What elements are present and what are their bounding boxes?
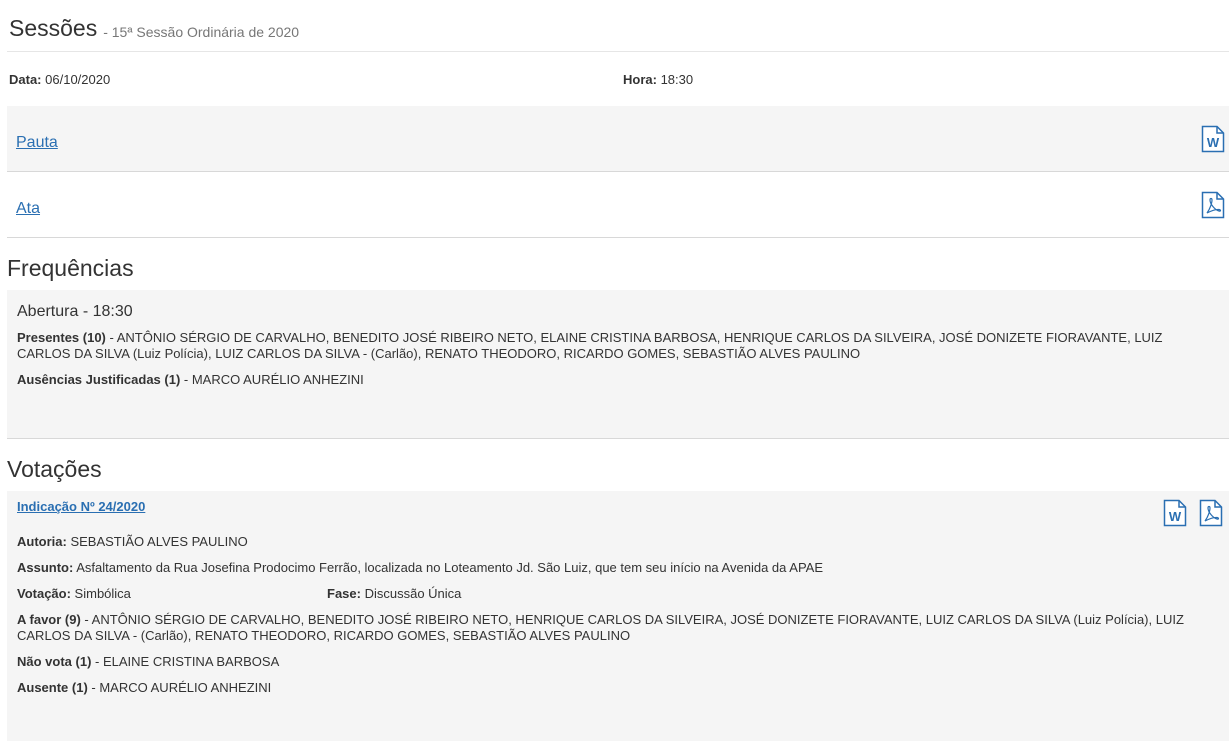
- session-time: Hora: 18:30: [623, 71, 694, 87]
- assunto-text: Assunto: Asfaltamento da Rua Josefina Pr…: [17, 560, 823, 575]
- frequencias-header: Frequências: [7, 238, 1229, 290]
- naovota-text: Não vota (1) - ELAINE CRISTINA BARBOSA: [17, 654, 280, 669]
- votacao-fase-row: Votação: Simbólica Fase: Discussão Única: [17, 586, 1219, 602]
- afavor-text: A favor (9) - ANTÔNIO SÉRGIO DE CARVALHO…: [17, 612, 1184, 643]
- frequencias-panel: Abertura - 18:30 Presentes (10) - ANTÔNI…: [7, 290, 1229, 439]
- pauta-row: Pauta W: [7, 106, 1229, 172]
- votacao-item: Indicação Nº 24/2020 W Autoria: SEBASTIÃ…: [7, 491, 1229, 741]
- page-header: Sessões - 15ª Sessão Ordinária de 2020: [7, 0, 1229, 52]
- session-date: Data: 06/10/2020: [9, 71, 111, 87]
- page-subtitle: - 15ª Sessão Ordinária de 2020: [103, 24, 300, 40]
- pdf-icon[interactable]: [1201, 191, 1225, 219]
- session-page: Sessões - 15ª Sessão Ordinária de 2020 D…: [7, 0, 1229, 741]
- votacoes-header: Votações: [7, 439, 1229, 491]
- pauta-link[interactable]: Pauta: [16, 134, 58, 152]
- pdf-icon[interactable]: [1199, 499, 1223, 527]
- presentes-text: Presentes (10) - ANTÔNIO SÉRGIO DE CARVA…: [17, 330, 1163, 361]
- frequencias-title: Frequências: [7, 255, 134, 281]
- fase-text: Fase: Discussão Única: [327, 586, 462, 601]
- indicacao-link[interactable]: Indicação Nº 24/2020: [17, 499, 145, 527]
- ausencias-text: Ausências Justificadas (1) - MARCO AURÉL…: [17, 372, 364, 387]
- ausente-text: Ausente (1) - MARCO AURÉLIO ANHEZINI: [17, 680, 272, 695]
- session-meta: Data: 06/10/2020 Hora: 18:30: [7, 52, 1229, 106]
- autoria-text: Autoria: SEBASTIÃO ALVES PAULINO: [17, 534, 248, 549]
- votacao-text: Votação: Simbólica: [17, 586, 131, 601]
- svg-text:W: W: [1169, 509, 1182, 524]
- svg-text:W: W: [1207, 135, 1220, 150]
- word-icon[interactable]: W: [1201, 125, 1225, 153]
- abertura-label: Abertura - 18:30: [17, 303, 133, 320]
- ata-row: Ata: [7, 172, 1229, 238]
- ata-link[interactable]: Ata: [16, 200, 40, 218]
- votacoes-title: Votações: [7, 456, 102, 482]
- page-title: Sessões: [9, 15, 98, 41]
- word-icon[interactable]: W: [1163, 499, 1187, 527]
